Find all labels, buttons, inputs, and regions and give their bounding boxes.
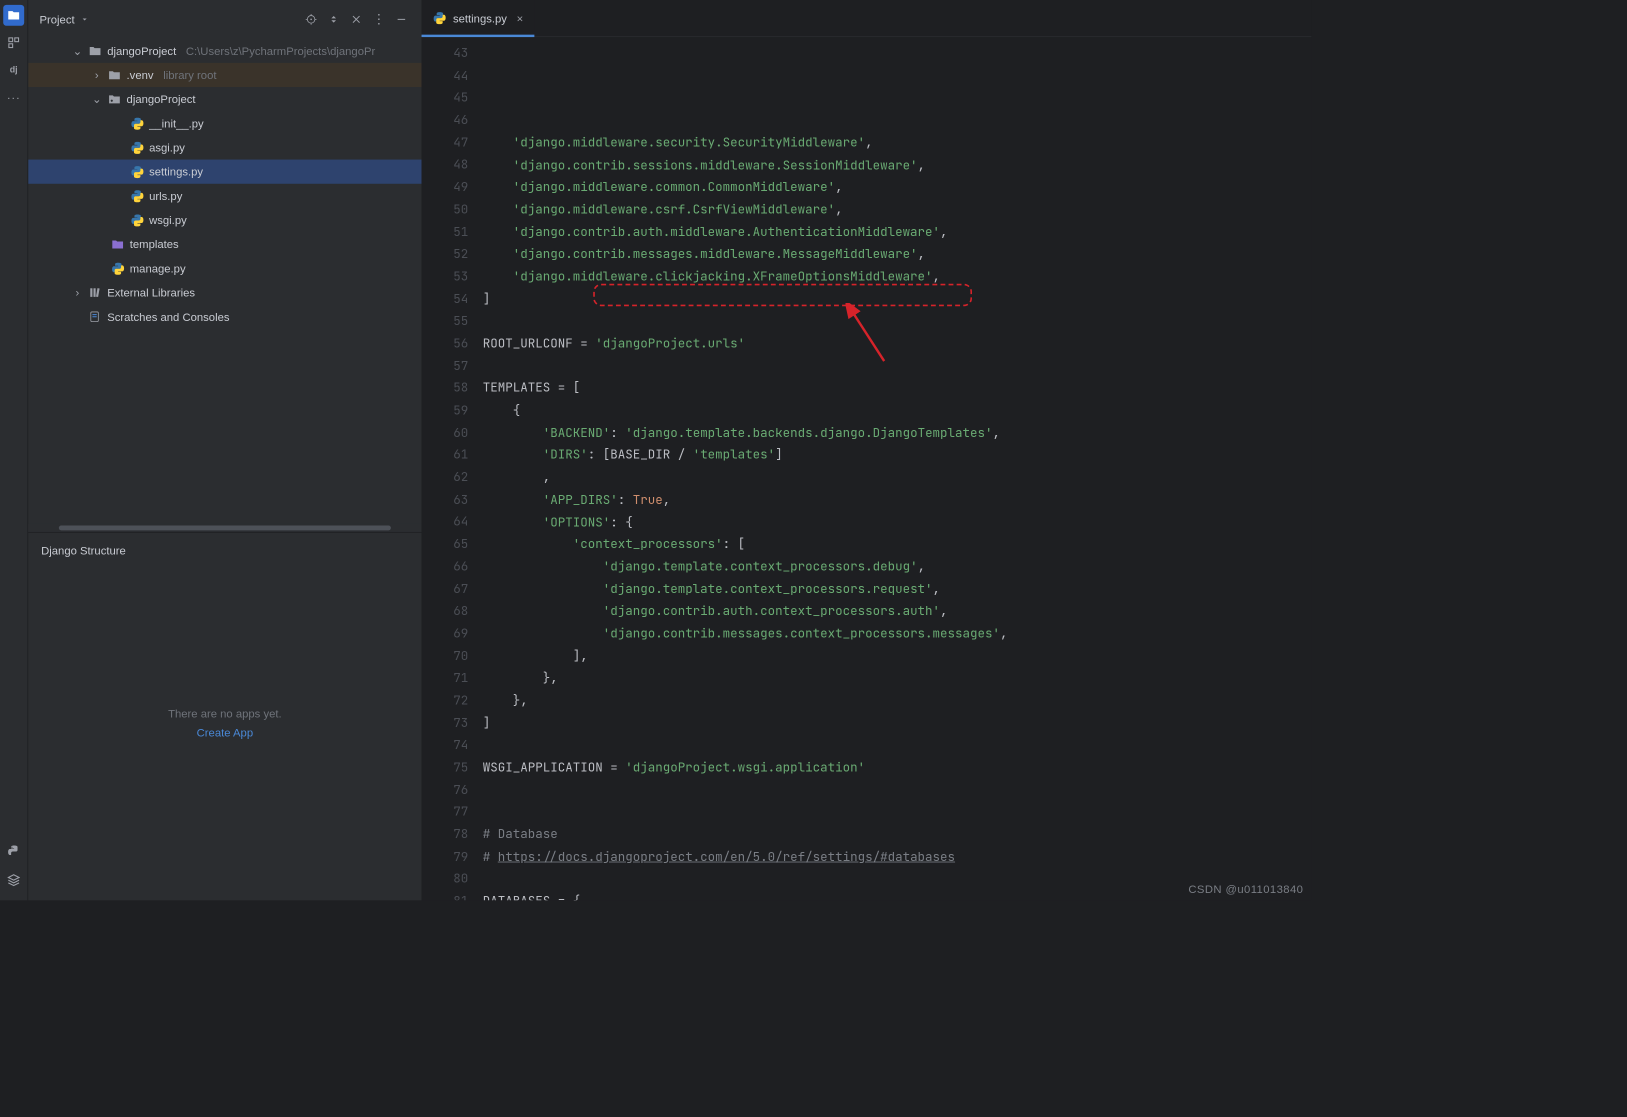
tree-file-asgi[interactable]: asgi.py [28,135,421,159]
chevron-down-icon[interactable] [79,15,89,25]
tree-package[interactable]: ⌄ djangoProject [28,87,421,111]
tab-settings[interactable]: settings.py × [422,0,535,36]
python-file-icon [130,164,145,179]
close-panel-icon[interactable] [347,10,365,28]
python-file-icon [433,11,447,25]
folder-icon [88,44,103,59]
django-panel-title: Django Structure [41,544,409,557]
line-gutter: 4344454647484950515253545556575859606162… [422,37,483,900]
tab-label: settings.py [453,12,507,25]
source-code[interactable]: 'django.middleware.security.SecurityMidd… [483,37,1312,900]
folder-icon [107,68,122,83]
tree-file-urls[interactable]: urls.py [28,184,421,208]
tree-file-manage[interactable]: manage.py [28,256,421,280]
editor-area: settings.py × 43444546474849505152535455… [422,0,1312,900]
tree-scratches[interactable]: › Scratches and Consoles [28,305,421,329]
python-file-icon [130,189,145,204]
project-panel-header: Project ⋮ [28,0,421,39]
watermark: CSDN @u011013840 [1188,883,1303,896]
locate-icon[interactable] [302,10,320,28]
hide-panel-icon[interactable] [393,10,411,28]
close-tab-icon[interactable]: × [517,12,524,25]
django-structure-panel: Django Structure There are no apps yet. … [28,533,421,901]
panel-title[interactable]: Project [39,13,74,26]
code-editor[interactable]: 4344454647484950515253545556575859606162… [422,37,1312,900]
expand-collapse-icon[interactable] [325,10,343,28]
project-panel: Project ⋮ ⌄ djangoProject C:\Users\z\Pyc… [28,0,421,900]
more-tool-icon[interactable]: ··· [3,87,24,108]
tree-venv[interactable]: › .venv library root [28,63,421,87]
python-file-icon [130,116,145,131]
python-file-icon [110,261,125,276]
scratches-icon [88,310,103,325]
panel-menu-icon[interactable]: ⋮ [370,10,388,28]
create-app-link[interactable]: Create App [197,726,253,739]
python-file-icon [130,140,145,155]
django-tool-icon[interactable]: dj [3,60,24,81]
tree-file-settings[interactable]: settings.py [28,160,421,184]
tree-templates[interactable]: templates [28,232,421,256]
folder-icon [110,237,125,252]
project-tool-icon[interactable] [3,5,24,26]
structure-tool-icon[interactable] [3,32,24,53]
python-file-icon [130,213,145,228]
tree-h-scrollbar[interactable] [28,524,421,532]
package-icon [107,92,122,107]
libraries-icon [88,285,103,300]
tool-rail: dj ··· [0,0,28,900]
tree-file-wsgi[interactable]: wsgi.py [28,208,421,232]
editor-tabs: settings.py × [422,0,1312,37]
tree-external-libraries[interactable]: › External Libraries [28,280,421,304]
tree-project-root[interactable]: ⌄ djangoProject C:\Users\z\PycharmProjec… [28,39,421,63]
services-icon[interactable] [3,870,24,891]
project-tree[interactable]: ⌄ djangoProject C:\Users\z\PycharmProjec… [28,39,421,524]
tree-file-init[interactable]: __init__.py [28,111,421,135]
django-empty-text: There are no apps yet. [168,707,282,720]
python-console-icon[interactable] [3,841,24,862]
